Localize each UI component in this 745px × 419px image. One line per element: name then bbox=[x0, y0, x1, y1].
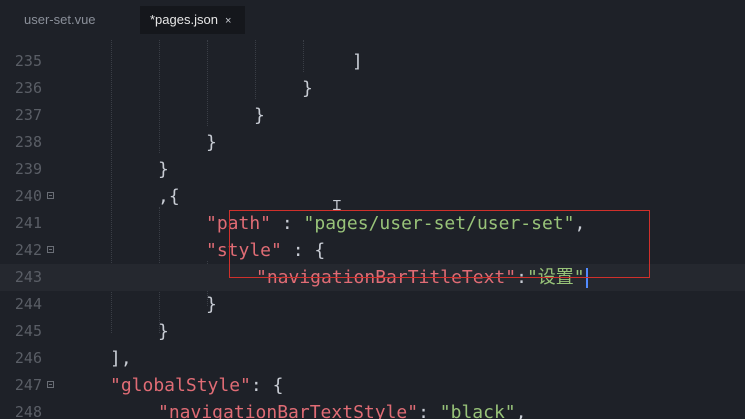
code-text: "globalStyle": { bbox=[110, 372, 283, 399]
code-token: } bbox=[254, 105, 265, 126]
line-number: 244 bbox=[14, 295, 42, 313]
code-line[interactable]: 239} bbox=[0, 156, 745, 183]
line-number: 241 bbox=[14, 214, 42, 232]
code-text: } bbox=[302, 75, 313, 102]
tab-user-set-vue[interactable]: user-set.vue bbox=[14, 6, 124, 34]
tab-pages-json[interactable]: *pages.json × bbox=[140, 6, 245, 34]
code-token: ], bbox=[110, 348, 132, 369]
line-number: 247 bbox=[14, 376, 42, 394]
code-text: } bbox=[206, 129, 217, 156]
code-token: } bbox=[206, 294, 217, 315]
line-number: 239 bbox=[14, 160, 42, 178]
code-token: ] bbox=[352, 51, 363, 72]
line-number: 246 bbox=[14, 349, 42, 367]
text-cursor-icon: Ɪ bbox=[333, 198, 341, 214]
code-text: } bbox=[254, 102, 265, 129]
code-token: } bbox=[158, 321, 169, 342]
code-line[interactable]: 245} bbox=[0, 318, 745, 345]
line-number: 238 bbox=[14, 133, 42, 151]
code-line[interactable]: 247 "globalStyle": { bbox=[0, 372, 745, 399]
code-token: : bbox=[418, 402, 440, 419]
line-number: 242 bbox=[14, 241, 42, 259]
line-number: 245 bbox=[14, 322, 42, 340]
code-text: ] bbox=[352, 48, 363, 75]
code-token: "globalStyle" bbox=[110, 375, 251, 396]
line-number: 237 bbox=[14, 106, 42, 124]
code-text: } bbox=[158, 318, 169, 345]
tab-label: *pages.json bbox=[150, 12, 218, 27]
fold-toggle-icon[interactable] bbox=[47, 246, 54, 253]
code-line[interactable]: 244} bbox=[0, 291, 745, 318]
code-line[interactable]: 235] bbox=[0, 48, 745, 75]
code-line[interactable]: 248 "navigationBarTextStyle": "black", bbox=[0, 399, 745, 419]
line-number: 243 bbox=[14, 268, 42, 286]
code-text: } bbox=[206, 291, 217, 318]
code-text: } bbox=[158, 156, 169, 183]
code-token: } bbox=[158, 159, 169, 180]
tab-label: user-set.vue bbox=[24, 12, 96, 27]
code-line[interactable]: 237} bbox=[0, 102, 745, 129]
tab-bar: user-set.vue *pages.json × bbox=[0, 0, 745, 40]
code-token: "navigationBarTextStyle" bbox=[158, 402, 419, 419]
fold-toggle-icon[interactable] bbox=[47, 192, 54, 199]
line-number: 240 bbox=[14, 187, 42, 205]
code-text: ,{ bbox=[158, 183, 180, 210]
code-line[interactable]: 238} bbox=[0, 129, 745, 156]
code-line[interactable]: 246], bbox=[0, 345, 745, 372]
code-token: ,{ bbox=[158, 186, 180, 207]
annotation-highlight-box bbox=[229, 210, 650, 278]
fold-toggle-icon[interactable] bbox=[47, 381, 54, 388]
code-text: "navigationBarTextStyle": "black", bbox=[158, 399, 526, 419]
code-token: } bbox=[206, 132, 217, 153]
code-token: } bbox=[302, 78, 313, 99]
line-number: 248 bbox=[14, 403, 42, 419]
code-token: "black" bbox=[439, 402, 516, 419]
line-number: 235 bbox=[14, 52, 42, 70]
code-line[interactable]: 236} bbox=[0, 75, 745, 102]
code-text: ], bbox=[110, 345, 132, 372]
code-token: , bbox=[515, 402, 527, 419]
code-line[interactable]: 240 ,{ bbox=[0, 183, 745, 210]
code-token: : { bbox=[250, 375, 284, 396]
close-icon[interactable]: × bbox=[225, 15, 231, 27]
line-number: 236 bbox=[14, 79, 42, 97]
